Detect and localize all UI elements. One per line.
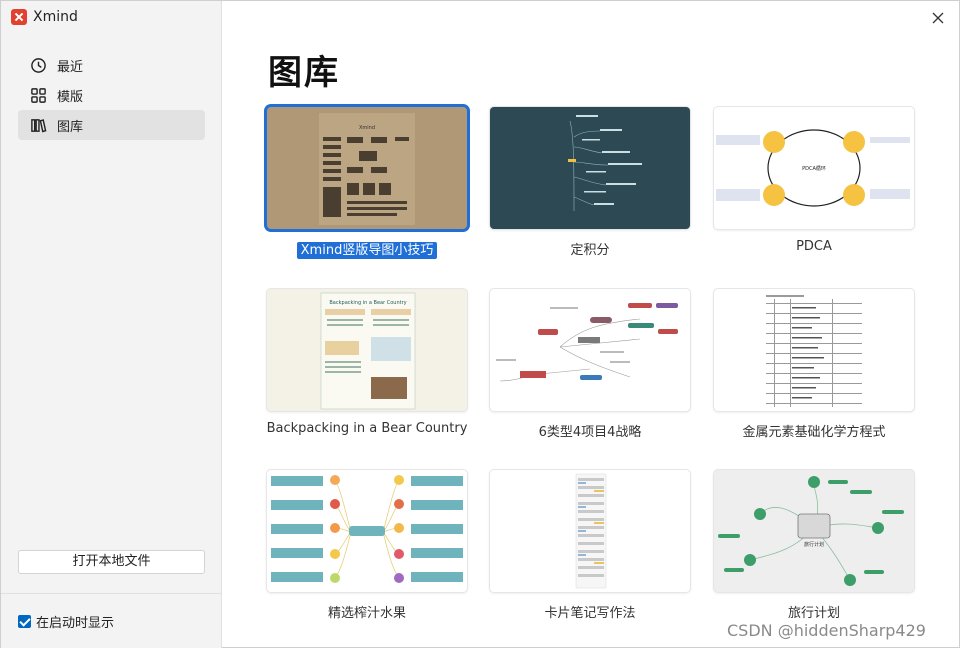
thumbnail-art: [568, 115, 642, 212]
gallery-card[interactable]: 旅行计划 旅行计划: [712, 470, 916, 621]
thumbnail-art: Xmind: [319, 113, 415, 225]
app-title: Xmind: [11, 9, 78, 25]
library-icon: [31, 118, 47, 132]
startup-checkbox[interactable]: [18, 615, 31, 628]
gallery-thumbnail: Xmind: [267, 107, 467, 229]
thumbnail-art: Backpacking in a Bear Country: [320, 292, 416, 410]
show-on-startup-toggle[interactable]: 在启动时显示: [18, 612, 114, 631]
gallery-card[interactable]: PDCA循环 PDCA: [712, 107, 916, 254]
app-window: Xmind 最近 模版 图库 打开本地文件 在启动时显示 图库 Xmind Xm…: [0, 0, 960, 648]
clock-icon: [31, 57, 46, 73]
sidebar-item-library[interactable]: 图库: [18, 110, 205, 140]
thumbnail-art: [271, 475, 463, 583]
gallery-card-label: 精选榨汁水果: [327, 606, 406, 621]
grid-icon: [31, 87, 46, 103]
xmind-logo-icon: [11, 9, 27, 25]
sidebar-nav: 最近 模版 图库: [18, 50, 205, 140]
gallery-card-label: Xmind竖版导图小技巧: [265, 239, 469, 259]
gallery-card-label: 金属元素基础化学方程式: [742, 425, 886, 440]
gallery-card[interactable]: 精选榨汁水果: [265, 470, 469, 621]
gallery-thumbnail: Backpacking in a Bear Country: [267, 289, 467, 411]
close-button[interactable]: [928, 8, 948, 28]
thumbnail-art: [496, 303, 678, 382]
thumbnail-art: [766, 295, 862, 407]
gallery-card-label: 定积分: [570, 243, 610, 258]
gallery-card-label: Backpacking in a Bear Country: [266, 421, 468, 436]
gallery-card-label: PDCA: [796, 239, 832, 254]
thumb-title: 旅行计划: [804, 541, 824, 548]
gallery-thumbnail: [490, 289, 690, 411]
thumb-title: Xmind: [359, 125, 375, 131]
page-title: 图库: [268, 53, 340, 93]
close-icon: [932, 12, 944, 24]
thumbnail-art: 旅行计划: [718, 476, 904, 586]
gallery-card-label: 6类型4项目4战略: [538, 425, 642, 440]
gallery-card[interactable]: 卡片笔记写作法: [488, 470, 692, 621]
gallery-thumbnail: [267, 470, 467, 592]
gallery-thumbnail: 旅行计划: [714, 470, 914, 592]
divider: [1, 593, 221, 594]
open-local-file-button[interactable]: 打开本地文件: [18, 550, 205, 574]
thumb-title: PDCA循环: [802, 165, 826, 172]
thumbnail-art: PDCA循环: [716, 129, 910, 207]
startup-label: 在启动时显示: [36, 616, 115, 631]
gallery-card-label: 卡片笔记写作法: [544, 606, 636, 621]
gallery-card-label: 旅行计划: [787, 606, 840, 621]
sidebar-item-recent[interactable]: 最近: [18, 50, 205, 80]
sidebar-item-label: 最近: [57, 59, 84, 75]
gallery-thumbnail: [490, 470, 690, 592]
sidebar: Xmind 最近 模版 图库 打开本地文件 在启动时显示: [1, 1, 222, 648]
gallery-thumbnail: [714, 289, 914, 411]
sidebar-item-label: 图库: [57, 119, 84, 135]
gallery-card[interactable]: 金属元素基础化学方程式: [712, 289, 916, 440]
gallery-card[interactable]: Xmind Xmind竖版导图小技巧: [265, 107, 469, 259]
gallery-card[interactable]: 定积分: [488, 107, 692, 258]
gallery-card[interactable]: 6类型4项目4战略: [488, 289, 692, 440]
app-title-text: Xmind: [33, 9, 78, 25]
sidebar-item-label: 模版: [57, 89, 84, 105]
thumb-title: Backpacking in a Bear Country: [329, 300, 406, 306]
gallery-thumbnail: [490, 107, 690, 229]
gallery-thumbnail: PDCA循环: [714, 107, 914, 229]
gallery-card[interactable]: Backpacking in a Bear Country Backpackin…: [265, 289, 469, 436]
thumbnail-art: [575, 473, 607, 589]
sidebar-item-templates[interactable]: 模版: [18, 80, 205, 110]
watermark: CSDN @hiddenSharp429: [727, 621, 926, 640]
